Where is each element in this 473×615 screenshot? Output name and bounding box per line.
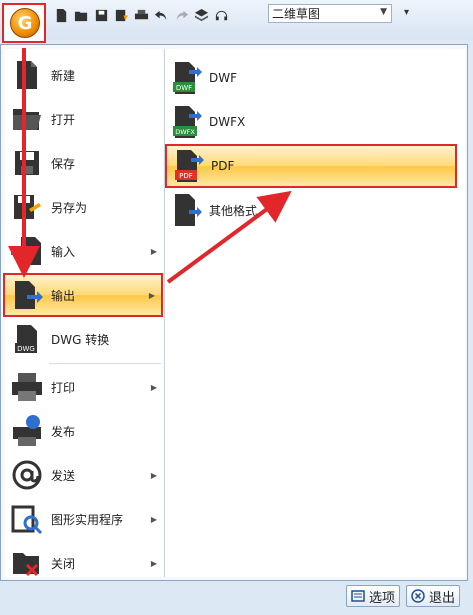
headset-icon[interactable] [212,6,230,24]
layers-icon[interactable] [192,6,210,24]
workspace-value: 二维草图 [272,7,321,21]
printer-icon [12,373,42,401]
menu-item-save[interactable]: 保存 [5,141,163,185]
menu-item-label: 图形实用程序 [51,512,124,527]
saveas-icon[interactable] [112,6,130,24]
save-as-icon [14,195,41,219]
print-icon[interactable] [132,6,150,24]
submenu-item-label: DWF [209,71,238,85]
exit-label: 退出 [429,590,456,606]
svg-text:DWG: DWG [17,345,35,353]
pdf-file-icon: PDF [175,150,204,182]
menu-item-label: 新建 [51,68,76,83]
svg-text:PDF: PDF [179,172,193,180]
menu-item-label: 另存为 [51,200,88,215]
workspace-dropdown[interactable]: 二维草图 ▼ [268,4,392,23]
exit-button[interactable]: 退出 [406,585,461,607]
app-logo-icon: G [10,8,40,38]
menu-item-publish[interactable]: 发布 [5,409,163,453]
new-icon[interactable] [52,6,70,24]
menu-item-send[interactable]: 发送 ▶ [5,453,163,497]
open-folder-icon [13,109,41,130]
chevron-right-icon: ▶ [150,246,157,256]
dwfx-file-icon: DWFX [173,106,202,138]
menu-separator [49,363,161,364]
menu-item-label: 输出 [51,288,76,303]
redo-icon[interactable] [172,6,190,24]
export-submenu: DWF DWF DWFX DWFX PDF PDF 其他格式 [164,49,465,577]
import-icon [11,237,41,265]
menu-item-label: DWG 转换 [51,332,110,347]
chevron-right-icon: ▶ [150,470,157,480]
menu-item-label: 输入 [51,244,76,259]
new-file-icon [17,61,37,89]
menu-item-dwg-convert[interactable]: DWG DWG 转换 [5,317,163,361]
options-icon [351,590,365,602]
menu-item-import[interactable]: 输入 ▶ [5,229,163,273]
submenu-item-pdf[interactable]: PDF PDF [165,144,457,188]
submenu-item-label: DWFX [209,115,246,129]
submenu-item-other-formats[interactable]: 其他格式 [165,188,465,232]
quick-access-toolbar: G 二维草图 ▼ ▾ [0,0,473,43]
menu-item-new[interactable]: 新建 [5,53,163,97]
chevron-right-icon: ▶ [150,558,157,568]
submenu-item-label: PDF [211,159,235,173]
menu-item-label: 打开 [51,112,76,127]
options-button[interactable]: 选项 [346,585,401,607]
application-button[interactable]: G [2,3,46,43]
undo-icon[interactable] [152,6,170,24]
menu-left-pane: 新建 打开 保存 另存为 输入 ▶ 输出 ▶ DWG DWG 转换 打印 ▶ 发… [3,49,163,577]
open-icon[interactable] [72,6,90,24]
submenu-item-dwfx[interactable]: DWFX DWFX [165,100,465,144]
menu-item-drawing-utilities[interactable]: 图形实用程序 ▶ [5,497,163,541]
at-sign-icon [12,460,42,490]
save-icon[interactable] [92,6,110,24]
menu-item-save-as[interactable]: 另存为 [5,185,163,229]
menu-footer: 选项 退出 [0,581,473,615]
other-formats-icon [175,194,202,226]
chevron-right-icon: ▶ [150,514,157,524]
drawing-utilities-icon [11,505,43,535]
svg-text:DWF: DWF [176,84,192,92]
publish-icon [13,415,41,446]
customize-toolbar-icon[interactable]: ▾ [404,7,409,18]
dwg-convert-icon: DWG [15,325,37,353]
chevron-right-icon: ▶ [148,290,155,300]
exit-icon [411,589,425,603]
options-label: 选项 [369,590,396,606]
menu-item-label: 打印 [51,380,76,395]
menu-item-export[interactable]: 输出 ▶ [3,273,163,317]
dwf-file-icon: DWF [173,62,202,94]
chevron-right-icon: ▶ [150,382,157,392]
chevron-down-icon: ▼ [380,7,387,17]
application-menu: 新建 打开 保存 另存为 输入 ▶ 输出 ▶ DWG DWG 转换 打印 ▶ 发… [0,44,468,581]
menu-item-label: 关闭 [51,556,76,571]
menu-item-open[interactable]: 打开 [5,97,163,141]
close-file-icon [13,553,39,577]
svg-text:DWFX: DWFX [175,128,195,136]
menu-item-label: 保存 [51,156,76,171]
menu-item-close[interactable]: 关闭 ▶ [5,541,163,585]
menu-item-label: 发送 [51,468,76,483]
submenu-item-dwf[interactable]: DWF DWF [165,56,465,100]
quick-access-buttons [52,6,230,24]
export-icon [15,281,43,309]
menu-item-label: 发布 [51,424,76,439]
menu-item-print[interactable]: 打印 ▶ [5,365,163,409]
save-icon [15,151,39,175]
submenu-item-label: 其他格式 [209,203,258,218]
